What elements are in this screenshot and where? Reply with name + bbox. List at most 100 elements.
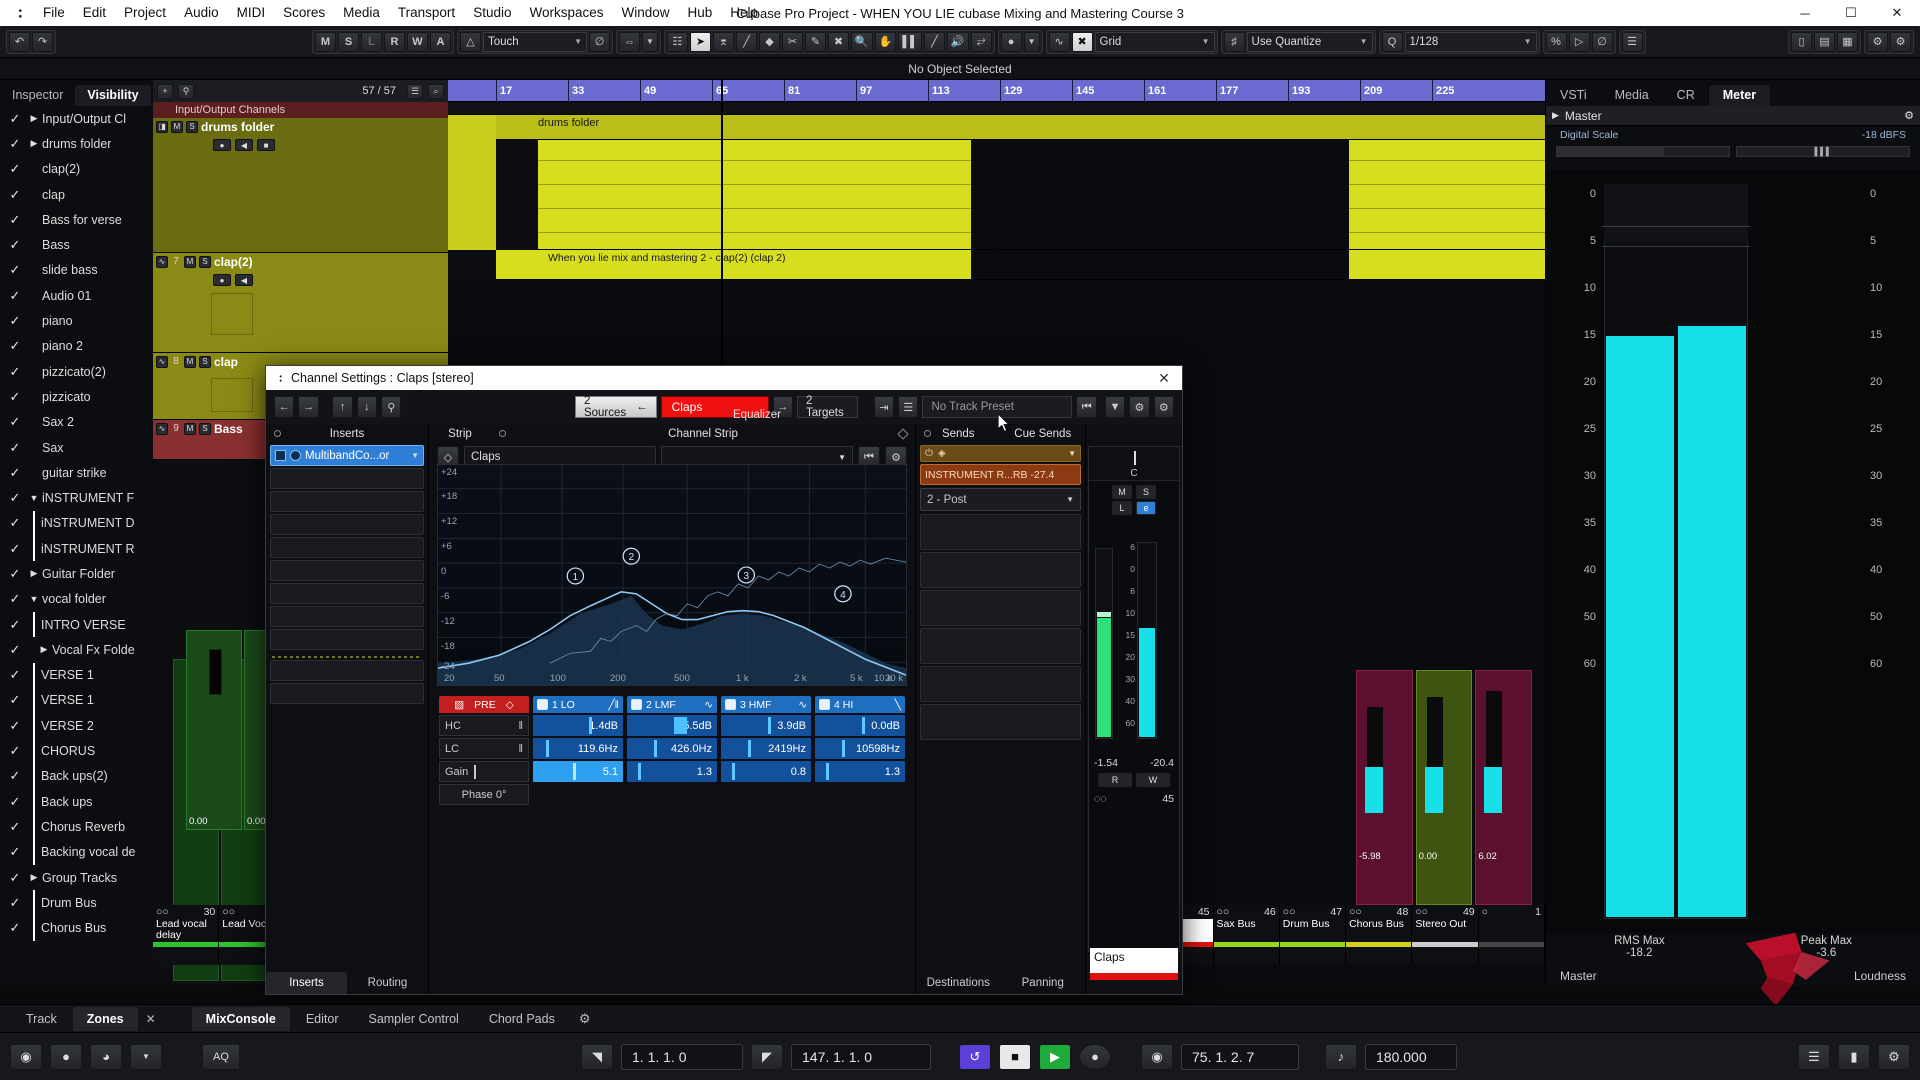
checkbox-icon[interactable]: ✓ (4, 288, 26, 304)
chevron-down-icon[interactable]: ▼ (26, 594, 42, 604)
checkbox-icon[interactable]: ✓ (4, 465, 26, 481)
hand-tool-icon[interactable]: ✋ (875, 32, 897, 52)
checkbox-icon[interactable]: ✓ (4, 136, 26, 152)
eq-band-4-q[interactable]: 1.3 (815, 761, 905, 782)
close-zone-icon[interactable]: ✕ (140, 1012, 162, 1026)
read-button[interactable]: R (384, 32, 405, 52)
nav-prev-icon[interactable]: ← (274, 396, 294, 418)
quantize-grid-icon[interactable]: ♯ (1224, 32, 1245, 52)
mute-icon[interactable]: M (184, 423, 196, 435)
tab-vsti[interactable]: VSTi (1546, 85, 1601, 106)
fader-solo-button[interactable]: S (1136, 485, 1156, 499)
insert-slot[interactable] (270, 560, 424, 581)
dialog-config-icon[interactable]: ⚙ (1129, 396, 1149, 418)
chevron-right-icon[interactable]: ▶ (26, 138, 42, 149)
insert-slot[interactable] (270, 491, 424, 512)
minimize-button[interactable]: ─ (1782, 0, 1828, 26)
audio-clip-body[interactable] (448, 140, 1545, 250)
automation-panel-icon[interactable]: △ (460, 32, 481, 52)
tab-meter[interactable]: Meter (1709, 85, 1770, 106)
chevron-right-icon[interactable]: ▶ (26, 872, 42, 883)
fader-strip[interactable]: -5.98 (1356, 670, 1413, 905)
master-header[interactable]: ▶ Master ⚙ (1546, 106, 1920, 126)
mixer-channel[interactable]: ○1 (1479, 905, 1545, 965)
checkbox-icon[interactable]: ✓ (4, 642, 26, 658)
dialog-settings-icon[interactable]: ⚙ (1154, 396, 1174, 418)
tab-inserts[interactable]: Inserts (266, 972, 347, 994)
line-tool-icon[interactable]: ╱ (924, 32, 945, 52)
erase-tool-icon[interactable]: ✂ (782, 32, 803, 52)
checkbox-icon[interactable]: ✓ (4, 212, 26, 228)
nav-down-icon[interactable]: ↓ (357, 396, 377, 418)
transport-record-indicator-icon[interactable]: ● (50, 1044, 82, 1070)
mixer-channel[interactable]: ○○47Drum Bus (1280, 905, 1346, 965)
channel-strip-bypass-icon[interactable] (499, 430, 506, 437)
track-list-options-icon[interactable]: ☰ (407, 84, 423, 99)
menu-transport[interactable]: Transport (389, 0, 464, 26)
close-button[interactable]: ✕ (1874, 0, 1920, 26)
checkbox-icon[interactable]: ✓ (4, 895, 26, 911)
quantize-mode-select[interactable]: Use Quantize ▼ (1247, 32, 1373, 52)
fader-write-button[interactable]: W (1136, 773, 1170, 787)
eq-band-4-power-icon[interactable] (819, 699, 830, 710)
eq-band-2-header[interactable]: 2 LMF ∿ (627, 696, 717, 713)
left-locator-icon[interactable]: ◥ (581, 1044, 613, 1070)
play-button[interactable]: ▶ (1039, 1044, 1071, 1070)
tab-panning[interactable]: Panning (1001, 972, 1086, 994)
record-enable-icon[interactable]: ● (213, 139, 231, 151)
eq-gain-row[interactable]: Gain (439, 761, 529, 782)
waveform-icon[interactable]: ∿ (156, 356, 168, 368)
comp-tool-icon[interactable]: ▌▌ (898, 32, 922, 52)
channel-settings-dialog[interactable]: Channel Settings : Claps [stereo] ✕ ← → … (265, 365, 1183, 995)
automation-mode-select[interactable]: Touch ▼ (483, 32, 587, 52)
insert-slot-active[interactable]: MultibandCo...or ▼ (270, 445, 424, 466)
send-slot-active[interactable]: INSTRUMENT R...RB -27.4 (920, 464, 1081, 485)
eq-band-4-shape-icon[interactable]: ╲ (895, 699, 901, 711)
quantize-panel-icon[interactable]: ▷ (1569, 32, 1590, 52)
fader-strip[interactable]: 0.00 (186, 630, 242, 830)
insert-slot[interactable] (270, 606, 424, 627)
eq-band-1-header[interactable]: 1 LO ╱‖ (533, 696, 623, 713)
insert-slot-post[interactable] (270, 683, 424, 704)
audio-clip-2[interactable]: When you lie mix and mastering 2 - clap(… (448, 250, 1545, 280)
channel-strip-preset-icon[interactable] (897, 428, 908, 439)
chevron-right-icon[interactable]: ▶ (26, 113, 42, 124)
object-selection-icon[interactable]: ☷ (667, 32, 688, 52)
checkbox-icon[interactable]: ✓ (4, 541, 26, 557)
tab-visibility[interactable]: Visibility (75, 85, 150, 106)
checkbox-icon[interactable]: ✓ (4, 667, 26, 683)
checkbox-icon[interactable]: ✓ (4, 389, 26, 405)
send-slot[interactable] (920, 590, 1081, 626)
menu-edit[interactable]: Edit (74, 0, 115, 26)
draw-tool-icon[interactable]: ✎ (805, 32, 826, 52)
marker-lane[interactable] (448, 102, 1545, 115)
arrow-tool-icon[interactable]: ➤ (690, 32, 711, 52)
menu-studio[interactable]: Studio (464, 0, 520, 26)
constrain-delay-icon[interactable]: ⇔ (619, 32, 640, 52)
mute-icon[interactable]: M (184, 356, 196, 368)
tab-destinations[interactable]: Destinations (916, 972, 1001, 994)
bypass-icon[interactable]: ∅ (1592, 32, 1613, 52)
send-slot[interactable] (920, 552, 1081, 588)
eq-band-2-q[interactable]: 1.3 (627, 761, 717, 782)
eq-curve-graph[interactable]: 12 34 +24 +18 +12 +6 0 -6 -12 -18 -24 20… (437, 464, 907, 686)
eq-band-1-freq[interactable]: 119.6Hz (533, 738, 623, 759)
send-slot[interactable] (920, 666, 1081, 702)
monitor-icon[interactable]: ◀ (235, 139, 253, 151)
tab-track[interactable]: Track (12, 1007, 71, 1031)
add-track-icon[interactable]: + (157, 84, 173, 99)
chevron-down-icon-send[interactable]: ▼ (1068, 449, 1076, 458)
tab-routing[interactable]: Routing (347, 972, 428, 994)
track-preset-field[interactable]: No Track Preset (922, 396, 1072, 418)
cycle-button[interactable]: ↺ (959, 1044, 991, 1070)
chevron-down-icon-2[interactable]: ▼ (642, 32, 658, 52)
color-picker-icon[interactable]: ● (1001, 32, 1022, 52)
primary-time-display[interactable]: 1. 1. 1. 0 (621, 1044, 743, 1070)
stop-button[interactable]: ■ (999, 1044, 1031, 1070)
tab-mixconsole[interactable]: MixConsole (192, 1007, 290, 1031)
maximize-button[interactable]: ☐ (1828, 0, 1874, 26)
eq-band-3-shape-icon[interactable]: ∿ (798, 699, 807, 711)
eq-band-4-freq[interactable]: 10598Hz (815, 738, 905, 759)
tempo-note-icon[interactable]: ♪ (1325, 1044, 1357, 1070)
fader-meter-area[interactable]: 606101520304060 (1089, 522, 1179, 757)
